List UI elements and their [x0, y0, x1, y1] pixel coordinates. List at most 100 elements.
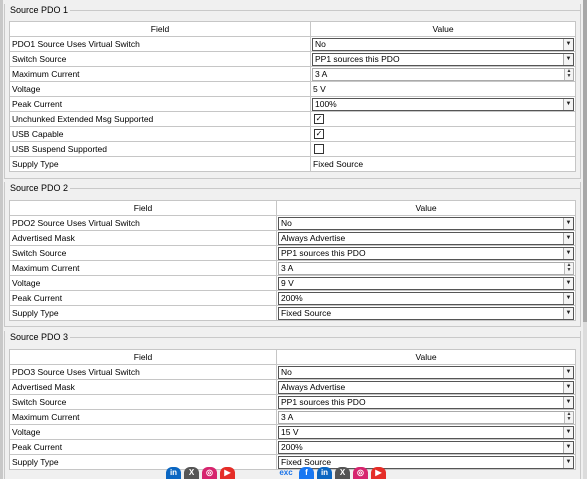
- vertical-scrollbar[interactable]: [583, 0, 587, 479]
- voltage-dropdown[interactable]: 9 V ▼: [278, 276, 574, 290]
- social-overlay-right: exc f in X ◎ ▶: [276, 467, 386, 479]
- field-label: USB Capable: [9, 126, 311, 142]
- x-icon[interactable]: X: [184, 467, 199, 479]
- field-label: Supply Type: [9, 156, 311, 172]
- peak-current-dropdown[interactable]: 100% ▼: [312, 97, 574, 111]
- field-label: Advertised Mask: [9, 230, 277, 246]
- chevron-down-icon[interactable]: ▼: [563, 292, 573, 304]
- dropdown-value: Always Advertise: [281, 232, 346, 243]
- field-label: Peak Current: [9, 439, 277, 455]
- spin-buttons[interactable]: ▲ ▼: [564, 262, 573, 274]
- advertised-mask-dropdown[interactable]: Always Advertise ▼: [278, 231, 574, 245]
- table-row: Advertised Mask Always Advertise ▼: [9, 230, 576, 246]
- table-header-row: Field Value: [9, 200, 576, 216]
- table-row: Voltage 5 V: [9, 81, 576, 97]
- spin-buttons[interactable]: ▲ ▼: [564, 411, 573, 423]
- peak-current-dropdown[interactable]: 200% ▼: [278, 291, 574, 305]
- field-label: Voltage: [9, 81, 311, 97]
- switch-source-dropdown[interactable]: PP1 sources this PDO ▼: [278, 246, 574, 260]
- field-label: Peak Current: [9, 290, 277, 306]
- table-row: PDO2 Source Uses Virtual Switch No ▼: [9, 215, 576, 231]
- maximum-current-spinbox[interactable]: 3 A ▲ ▼: [278, 261, 574, 275]
- spin-down-icon[interactable]: ▼: [565, 267, 573, 273]
- source-pdo-3-group: Source PDO 3 Field Value PDO3 Source Use…: [4, 331, 581, 479]
- linkedin-icon[interactable]: in: [166, 467, 181, 479]
- dropdown-value: 15 V: [281, 426, 299, 437]
- voltage-dropdown[interactable]: 15 V ▼: [278, 425, 574, 439]
- table-row: Supply Type Fixed Source ▼: [9, 305, 576, 321]
- dropdown-value: 200%: [281, 292, 303, 303]
- spin-buttons[interactable]: ▲ ▼: [564, 68, 573, 80]
- dropdown-value: 9 V: [281, 277, 294, 288]
- table-row: Unchunked Extended Msg Supported ✓: [9, 111, 576, 127]
- switch-source-dropdown[interactable]: PP1 sources this PDO ▼: [278, 395, 574, 409]
- dropdown-value: Always Advertise: [281, 381, 346, 392]
- field-label: Voltage: [9, 275, 277, 291]
- table-row: USB Capable ✓: [9, 126, 576, 142]
- field-label: Switch Source: [9, 245, 277, 261]
- field-label: PDO2 Source Uses Virtual Switch: [9, 215, 277, 231]
- virtual-switch-dropdown[interactable]: No ▼: [312, 37, 574, 51]
- field-label: Voltage: [9, 424, 277, 440]
- chevron-down-icon[interactable]: ▼: [563, 53, 573, 65]
- table-row: Supply Type Fixed Source: [9, 156, 576, 172]
- table-header-row: Field Value: [9, 349, 576, 365]
- field-label: PDO3 Source Uses Virtual Switch: [9, 364, 277, 380]
- chevron-down-icon[interactable]: ▼: [563, 441, 573, 453]
- linkedin-icon[interactable]: in: [317, 467, 332, 479]
- dropdown-value: PP1 sources this PDO: [281, 247, 366, 258]
- x-icon[interactable]: X: [335, 467, 350, 479]
- instagram-icon[interactable]: ◎: [353, 467, 368, 479]
- table-row: USB Suspend Supported: [9, 141, 576, 157]
- chevron-down-icon[interactable]: ▼: [563, 247, 573, 259]
- chevron-down-icon[interactable]: ▼: [563, 307, 573, 319]
- spinbox-value: 3 A: [281, 262, 294, 273]
- scrollbar-thumb[interactable]: [583, 0, 587, 322]
- usb-capable-checkbox[interactable]: ✓: [314, 129, 324, 140]
- brand-mark: exc: [279, 468, 293, 477]
- dropdown-value: No: [281, 366, 292, 377]
- chevron-down-icon[interactable]: ▼: [563, 38, 573, 50]
- chevron-down-icon[interactable]: ▼: [563, 456, 573, 468]
- group-divider: [70, 10, 580, 11]
- usb-suspend-checkbox[interactable]: [314, 144, 324, 155]
- spin-down-icon[interactable]: ▼: [565, 73, 573, 79]
- chevron-down-icon[interactable]: ▼: [563, 98, 573, 110]
- facebook-icon[interactable]: f: [299, 467, 314, 479]
- dropdown-value: Fixed Source: [281, 456, 332, 467]
- chevron-down-icon[interactable]: ▼: [563, 396, 573, 408]
- chevron-down-icon[interactable]: ▼: [563, 381, 573, 393]
- source-pdo-1-group: Source PDO 1 Field Value PDO1 Source Use…: [4, 4, 581, 179]
- instagram-icon[interactable]: ◎: [202, 467, 217, 479]
- supply-type-value: Fixed Source: [310, 156, 576, 172]
- chevron-down-icon[interactable]: ▼: [563, 232, 573, 244]
- virtual-switch-dropdown[interactable]: No ▼: [278, 365, 574, 379]
- virtual-switch-dropdown[interactable]: No ▼: [278, 216, 574, 230]
- pdo2-table: Field Value PDO2 Source Uses Virtual Swi…: [9, 200, 576, 321]
- advertised-mask-dropdown[interactable]: Always Advertise ▼: [278, 380, 574, 394]
- youtube-icon[interactable]: ▶: [220, 467, 235, 479]
- chevron-down-icon[interactable]: ▼: [563, 366, 573, 378]
- peak-current-dropdown[interactable]: 200% ▼: [278, 440, 574, 454]
- field-label: Maximum Current: [9, 409, 277, 425]
- chevron-down-icon[interactable]: ▼: [563, 217, 573, 229]
- field-label: Switch Source: [9, 394, 277, 410]
- maximum-current-spinbox[interactable]: 3 A ▲ ▼: [278, 410, 574, 424]
- field-label: Advertised Mask: [9, 379, 277, 395]
- chevron-down-icon[interactable]: ▼: [563, 277, 573, 289]
- social-overlay-left: in X ◎ ▶: [166, 467, 235, 479]
- spinbox-value: 3 A: [315, 68, 328, 79]
- spinbox-value: 3 A: [281, 411, 294, 422]
- chevron-down-icon[interactable]: ▼: [563, 426, 573, 438]
- supply-type-dropdown[interactable]: Fixed Source ▼: [278, 306, 574, 320]
- unchunked-ext-msg-checkbox[interactable]: ✓: [314, 114, 324, 125]
- youtube-icon[interactable]: ▶: [371, 467, 386, 479]
- switch-source-dropdown[interactable]: PP1 sources this PDO ▼: [312, 52, 574, 66]
- table-row: PDO3 Source Uses Virtual Switch No ▼: [9, 364, 576, 380]
- left-scrollbar-edge: [0, 0, 3, 479]
- maximum-current-spinbox[interactable]: 3 A ▲ ▼: [312, 67, 574, 81]
- dropdown-value: No: [281, 217, 292, 228]
- field-column-header: Field: [9, 200, 277, 216]
- table-row: Switch Source PP1 sources this PDO ▼: [9, 245, 576, 261]
- spin-down-icon[interactable]: ▼: [565, 416, 573, 422]
